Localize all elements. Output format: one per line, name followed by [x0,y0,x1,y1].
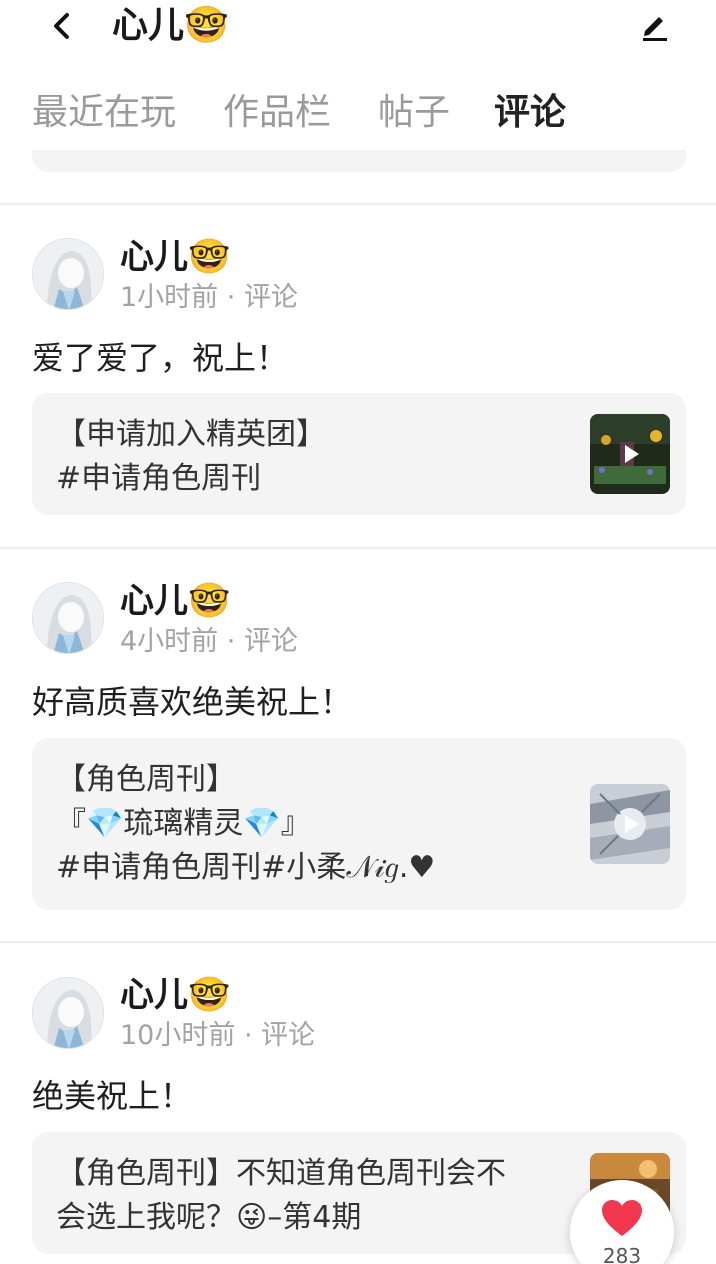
video-thumbnail[interactable] [590,784,670,864]
comment-text: 好高质喜欢绝美祝上！ [32,683,353,721]
tab-comments[interactable]: 评论 [494,88,566,138]
referenced-post-title: 【角色周刊】不知道角色周刊会不 会选上我呢？😜–第4期 [56,1156,506,1235]
author-name[interactable]: 心儿🤓 [120,236,230,278]
post-type: 评论 [261,1020,316,1051]
back-button[interactable] [42,6,82,46]
tab-posts[interactable]: 帖子 [378,88,450,138]
timestamp: 1小时前 [120,282,219,313]
referenced-post-card[interactable]: 【角色周刊】 『💎琉璃精灵💎』 #申请角色周刊#小柔𝒩𝒾𝑔.♥ [32,738,686,910]
timestamp: 4小时前 [120,626,219,657]
referenced-post-title: 【角色周刊】 『💎琉璃精灵💎』 #申请角色周刊#小柔𝒩𝒾𝑔.♥ [56,762,436,885]
referenced-post-card[interactable]: 【申请加入精英团】 #申请角色周刊 [32,393,686,515]
referenced-post-title: 【申请加入精英团】 #申请角色周刊 [56,417,326,496]
tab-works[interactable]: 作品栏 [223,88,331,138]
play-icon [625,445,639,463]
page-title: 心儿🤓 [112,5,229,46]
post-meta: 10小时前 · 评论 [120,1020,316,1051]
timestamp: 10小时前 [120,1020,236,1051]
author-name[interactable]: 心儿🤓 [120,974,230,1016]
post-type: 评论 [243,282,298,313]
chevron-left-icon [54,13,69,39]
play-icon [625,815,639,833]
divider [0,941,716,943]
comment-text: 绝美祝上！ [32,1077,193,1115]
divider [0,547,716,549]
post-type: 评论 [243,626,298,657]
top-bar: 心儿🤓 [0,0,716,60]
post-meta: 4小时前 · 评论 [120,626,298,657]
avatar[interactable] [32,238,104,310]
author-name[interactable]: 心儿🤓 [120,580,230,622]
video-thumbnail[interactable] [590,414,670,494]
edit-button[interactable] [632,4,676,48]
like-count: 283 [602,1244,642,1264]
tab-recently-played[interactable]: 最近在玩 [32,88,176,138]
heart-icon [602,1200,642,1236]
post-meta: 1小时前 · 评论 [120,282,298,313]
pencil-icon [643,17,667,41]
tab-bar: 最近在玩 作品栏 帖子 评论 [0,80,716,158]
avatar[interactable] [32,582,104,654]
avatar[interactable] [32,977,104,1049]
previous-reference-card[interactable] [32,150,686,172]
divider [0,203,716,205]
comment-text: 爱了爱了，祝上！ [32,339,289,377]
